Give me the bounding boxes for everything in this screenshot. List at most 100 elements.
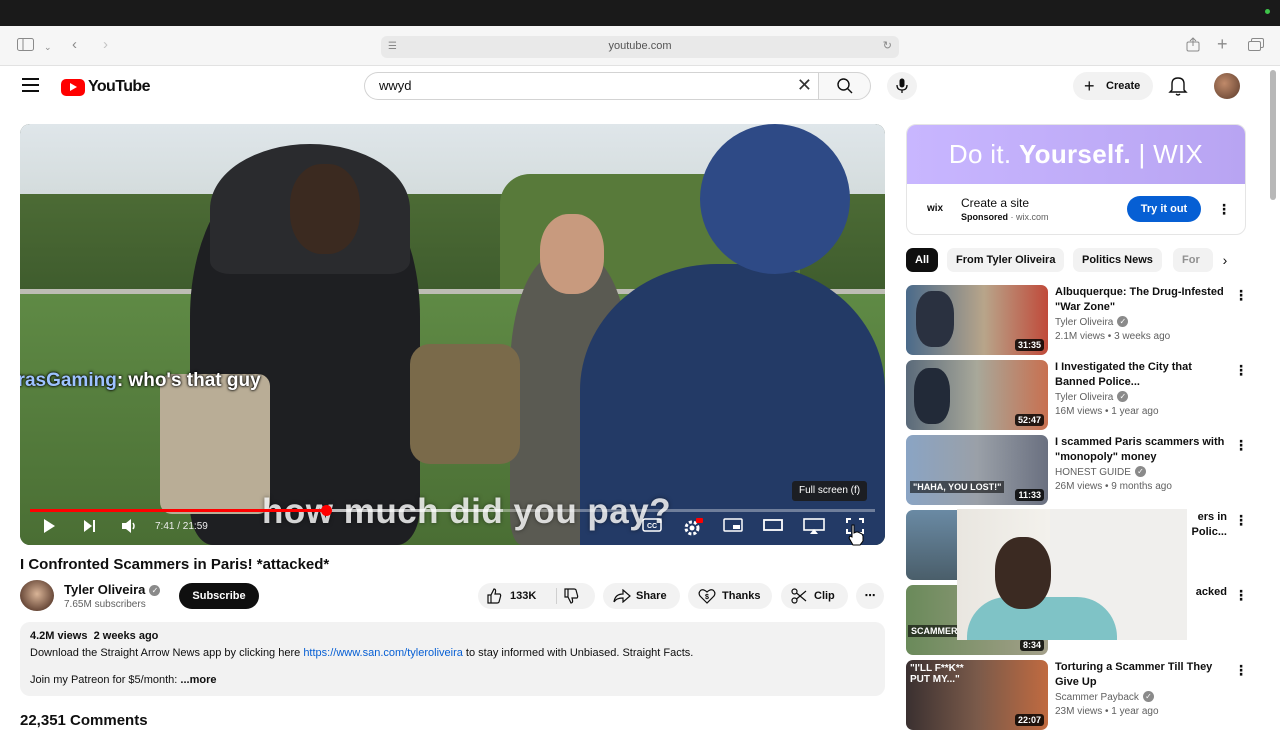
video-title[interactable]: I scammed Paris scammers with "monopoly"… bbox=[1055, 435, 1225, 464]
subscribe-button[interactable]: Subscribe bbox=[179, 583, 259, 609]
new-tab-icon[interactable]: + bbox=[1217, 35, 1228, 53]
more-horizontal-icon: ⋯ bbox=[864, 590, 876, 602]
youtube-logo[interactable]: YouTube bbox=[61, 78, 150, 96]
description-link[interactable]: https://www.san.com/tyleroliveira bbox=[303, 647, 463, 659]
list-item[interactable]: 52:47 I Investigated the City that Banne… bbox=[906, 360, 1248, 430]
video-title[interactable]: Albuquerque: The Drug-Infested "War Zone… bbox=[1055, 285, 1225, 314]
menu-icon[interactable] bbox=[22, 78, 39, 92]
subscriber-count: 7.65M subscribers bbox=[64, 599, 146, 610]
verified-icon: ✓ bbox=[1142, 691, 1154, 702]
sidebar-toggle-icon[interactable] bbox=[17, 38, 34, 55]
youtube-play-icon bbox=[61, 78, 85, 96]
play-button[interactable] bbox=[40, 518, 58, 536]
channel-name[interactable]: Tyler Oliveira ✓ bbox=[1055, 391, 1129, 403]
create-button[interactable]: + Create bbox=[1073, 72, 1153, 100]
video-title[interactable]: ers in Polic... bbox=[1187, 510, 1227, 539]
divider bbox=[556, 588, 557, 604]
ad-banner-text: Do it. bbox=[948, 139, 1019, 169]
chevron-down-icon[interactable]: ⌄ bbox=[44, 39, 52, 55]
volume-button[interactable] bbox=[120, 518, 140, 536]
captions-button[interactable]: CC bbox=[641, 518, 663, 536]
reload-icon[interactable]: ↻ bbox=[883, 39, 892, 52]
next-button[interactable] bbox=[80, 518, 98, 536]
back-icon[interactable]: ‹ bbox=[72, 37, 77, 53]
list-item[interactable]: "HAHA, YOU LOST!" 11:33 I scammed Paris … bbox=[906, 435, 1248, 505]
search-input[interactable]: wwyd ✕ bbox=[364, 72, 818, 100]
video-thumbnail[interactable]: 52:47 bbox=[906, 360, 1048, 430]
settings-button[interactable] bbox=[682, 518, 704, 536]
channel-avatar[interactable] bbox=[20, 580, 54, 611]
progress-bar[interactable] bbox=[30, 505, 875, 516]
list-item[interactable]: 31:35 Albuquerque: The Drug-Infested "Wa… bbox=[906, 285, 1248, 355]
views-and-date: 4.2M views 2 weeks ago bbox=[30, 630, 159, 642]
channel-name[interactable]: Scammer Payback ✓ bbox=[1055, 691, 1154, 703]
share-icon[interactable] bbox=[1186, 37, 1200, 56]
clip-button[interactable]: Clip bbox=[781, 583, 848, 609]
thumbnail-figure bbox=[914, 368, 950, 424]
video-thumbnail[interactable]: 31:35 bbox=[906, 285, 1048, 355]
ad-banner-bold: Yourself. bbox=[1018, 139, 1131, 169]
chip-for[interactable]: For bbox=[1173, 248, 1213, 272]
dislike-button[interactable] bbox=[563, 583, 589, 609]
miniplayer-icon bbox=[723, 518, 743, 532]
ad-banner[interactable]: Do it. Yourself. | WIX bbox=[907, 125, 1245, 184]
channel-name[interactable]: Tyler Oliveira bbox=[64, 582, 145, 597]
video-title[interactable]: I Investigated the City that Banned Poli… bbox=[1055, 360, 1225, 389]
theater-mode-button[interactable] bbox=[762, 518, 784, 536]
chat-overlay: TrasGaming: who's that guy bbox=[20, 370, 261, 392]
video-player[interactable]: TrasGaming: who's that guy how much did … bbox=[20, 124, 885, 545]
show-more-link[interactable]: ...more bbox=[177, 674, 216, 686]
like-dislike-group: 133K bbox=[478, 583, 595, 609]
account-avatar[interactable] bbox=[1214, 73, 1240, 99]
channel-name[interactable]: Tyler Oliveira ✓ bbox=[1055, 316, 1129, 328]
description-box[interactable]: 4.2M views 2 weeks ago Download the Stra… bbox=[20, 622, 885, 696]
thanks-button[interactable]: $ Thanks bbox=[688, 583, 772, 609]
webcam-person-head bbox=[995, 537, 1051, 609]
description-text: Join my Patreon for $5/month: bbox=[30, 674, 178, 686]
more-vertical-icon[interactable]: ⋮ bbox=[1234, 662, 1248, 678]
notifications-icon[interactable] bbox=[1168, 75, 1188, 97]
more-vertical-icon[interactable]: ⋮ bbox=[1234, 587, 1248, 603]
thanks-label: Thanks bbox=[722, 590, 761, 602]
more-vertical-icon[interactable]: ⋮ bbox=[1234, 287, 1248, 303]
more-vertical-icon[interactable]: ⋮ bbox=[1234, 362, 1248, 378]
ad-cta-button[interactable]: Try it out bbox=[1127, 196, 1201, 222]
video-person-middle-head bbox=[540, 214, 604, 294]
chip-all[interactable]: All bbox=[906, 248, 939, 272]
airplay-button[interactable] bbox=[802, 518, 826, 536]
video-title[interactable]: acked bbox=[1187, 585, 1227, 600]
tab-overview-icon[interactable] bbox=[1248, 38, 1264, 55]
sponsored-ad[interactable]: Do it. Yourself. | WIX WIX Create a site… bbox=[906, 124, 1246, 235]
more-vertical-icon[interactable]: ⋮ bbox=[1234, 437, 1248, 453]
verified-icon: ✓ bbox=[1134, 466, 1146, 477]
video-thumbnail[interactable]: "HAHA, YOU LOST!" 11:33 bbox=[906, 435, 1048, 505]
voice-search-button[interactable] bbox=[887, 72, 917, 100]
share-button[interactable]: Share bbox=[603, 583, 680, 609]
chip-politics-news[interactable]: Politics News bbox=[1073, 248, 1162, 272]
chip-from-channel[interactable]: From Tyler Oliveira bbox=[947, 248, 1065, 272]
ad-more-icon[interactable]: ⋮ bbox=[1217, 201, 1231, 217]
svg-text:CC: CC bbox=[647, 523, 657, 530]
share-icon bbox=[613, 589, 631, 603]
ad-banner-brand: | WIX bbox=[1130, 139, 1204, 169]
clear-icon[interactable]: ✕ bbox=[797, 75, 812, 96]
page-scrollbar[interactable] bbox=[1270, 70, 1276, 200]
more-vertical-icon[interactable]: ⋮ bbox=[1234, 512, 1248, 528]
channel-name[interactable]: HONEST GUIDE ✓ bbox=[1055, 466, 1146, 478]
play-icon bbox=[44, 519, 55, 533]
forward-icon[interactable]: › bbox=[103, 37, 108, 53]
view-count: 16M views • 1 year ago bbox=[1055, 406, 1159, 417]
video-title: I Confronted Scammers in Paris! *attacke… bbox=[20, 556, 330, 573]
chevron-right-icon[interactable]: › bbox=[1215, 250, 1235, 270]
video-title[interactable]: Torturing a Scammer Till They Give Up bbox=[1055, 660, 1225, 689]
address-bar[interactable]: ☰ youtube.com ↻ bbox=[381, 36, 899, 58]
channel-name-row[interactable]: Tyler Oliveira ✓ bbox=[64, 582, 161, 597]
miniplayer-button[interactable] bbox=[722, 518, 744, 536]
webcam-overlay bbox=[957, 509, 1187, 640]
progress-played bbox=[30, 509, 326, 512]
create-label: Create bbox=[1106, 80, 1141, 92]
search-button[interactable] bbox=[818, 72, 871, 100]
more-actions-button[interactable]: ⋯ bbox=[856, 583, 884, 609]
progress-scrubber[interactable] bbox=[320, 505, 332, 516]
status-dot bbox=[1265, 9, 1270, 14]
